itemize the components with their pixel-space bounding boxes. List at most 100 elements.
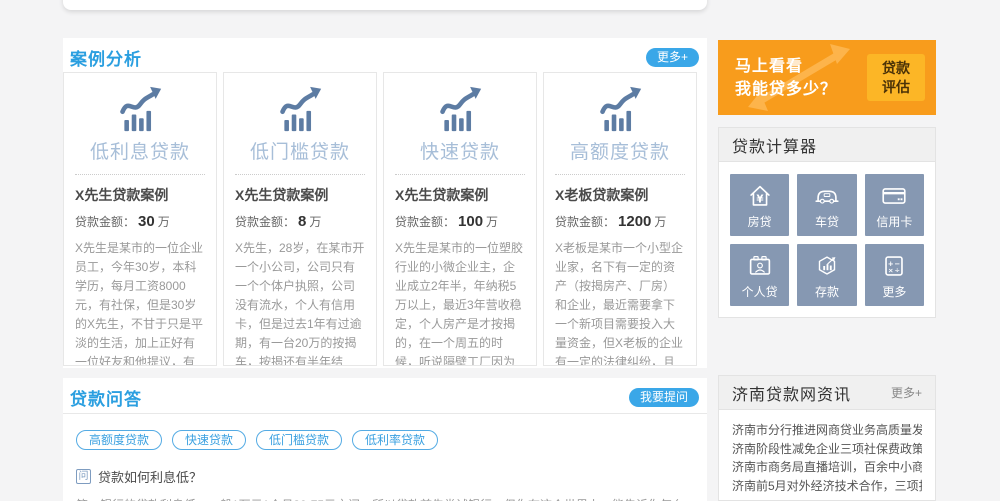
credit-card-icon [879,181,909,211]
calculator-title: 贷款计算器 [732,133,817,157]
tag-low-threshold-loan[interactable]: 低门槛贷款 [256,430,342,450]
case-description-text: X老板是某市一个小型企业家，名下有一定的资产（按揭房产、厂房）和企业，最近需要拿… [555,241,683,366]
calculator-icon: + − × ÷ [879,251,909,281]
news-list: 济南市分行推进网商贷业务高质量发展 济南阶段性减免企业三项社保费政策期... 济… [719,410,935,495]
loan-type-title: 低利息贷款 [75,137,205,164]
amount-unit: 万 [654,215,666,229]
tile-more-tools[interactable]: + − × ÷ 更多 [865,244,924,306]
cases-more-button[interactable]: 更多+ [646,48,699,67]
banner-slogan-line2: 我能贷多少？ [735,78,837,101]
tile-label: 更多 [882,283,906,300]
case-title: X老板贷款案例 [555,185,685,205]
divider [63,413,707,414]
loan-type-title: 快速贷款 [395,137,525,164]
dotted-divider [555,174,685,175]
banner-slogan: 马上看看 我能贷多少？ [735,55,837,101]
amount-value: 1200 [618,213,651,230]
tag-low-rate-loan[interactable]: 低利率贷款 [352,430,438,450]
news-item[interactable]: 济南阶段性减免企业三项社保费政策期... [732,440,922,459]
case-description: X先生是某市的一位企业员工，今年30岁，本科学历，每月工资8000元，有社保，但… [75,239,205,366]
case-card-list: 低利息贷款 X先生贷款案例 贷款金额：30万 X先生是某市的一位企业员工，今年3… [63,72,697,366]
calculator-header: 贷款计算器 [719,128,935,162]
amount-value: 30 [138,213,155,230]
amount-unit: 万 [309,215,321,229]
chart-growth-icon [432,86,488,132]
tag-fast-loan[interactable]: 快速贷款 [172,430,246,450]
loan-amount: 贷款金额：1200万 [555,213,685,230]
case-title: X先生贷款案例 [75,185,205,205]
deposit-chart-icon [812,251,842,281]
dotted-divider [75,174,205,175]
news-more-link[interactable]: 更多+ [891,384,922,401]
amount-unit: 万 [158,215,170,229]
tile-label: 房贷 [748,213,772,230]
news-item[interactable]: 济南前5月对外经济技术合作，三项指标... [732,477,922,496]
amount-value: 8 [298,213,306,230]
jinan-loan-news-box: 济南贷款网资讯 更多+ 济南市分行推进网商贷业务高质量发展 济南阶段性减免企业三… [718,375,936,501]
answer-text: 答：银行的贷款利息低，一般1万元1个月30-75元之间，所以贷款首先尝试银行。但… [76,496,694,501]
news-item[interactable]: 济南市商务局直播培训，百余中小商贸... [732,458,922,477]
svg-text:×: × [888,266,894,274]
case-description-text: X先生，28岁，在某市开一个小公司，公司只有一个个体户执照，公司没有流水，个人有… [235,241,364,366]
chart-growth-icon [112,86,168,132]
case-card[interactable]: 低门槛贷款 X先生贷款案例 贷款金额：8万 X先生，28岁，在某市开一个小公司，… [223,72,377,366]
loan-qa-section: 贷款问答 我要提问 高额度贷款 快速贷款 低门槛贷款 低利率贷款 问 贷款如何利… [63,378,707,501]
tile-label: 信用卡 [876,213,912,230]
tile-car-loan[interactable]: 车贷 [797,174,856,236]
eval-button-line2: 评估 [867,78,925,97]
question-icon: 问 [76,469,91,484]
ask-question-button[interactable]: 我要提问 [629,388,699,407]
house-yen-icon: ¥ [745,181,775,211]
tile-label: 存款 [815,283,839,300]
qa-tag-list: 高额度贷款 快速贷款 低门槛贷款 低利率贷款 [76,430,707,450]
case-description: X先生，28岁，在某市开一个小公司，公司只有一个个体户执照，公司没有流水，个人有… [235,239,365,366]
amount-unit: 万 [486,215,498,229]
chart-growth-icon [592,86,648,132]
amount-label: 贷款金额： [75,215,135,229]
tile-mortgage[interactable]: ¥ 房贷 [730,174,789,236]
news-item[interactable]: 济南市分行推进网商贷业务高质量发展 [732,421,922,440]
amount-label: 贷款金额： [395,215,455,229]
qa-question-row[interactable]: 问 贷款如何利息低？ [76,467,707,486]
case-card[interactable]: 高额度贷款 X老板贷款案例 贷款金额：1200万 X老板是某市一个小型企业家，名… [543,72,697,366]
loan-evaluation-button[interactable]: 贷款 评估 [867,54,925,101]
loan-amount: 贷款金额：100万 [395,213,525,230]
tag-high-amount-loan[interactable]: 高额度贷款 [76,430,162,450]
tile-credit-card[interactable]: 信用卡 [865,174,924,236]
id-card-icon [745,251,775,281]
loan-evaluation-banner[interactable]: 马上看看 我能贷多少？ 贷款 评估 [718,40,936,115]
loan-type-title: 低门槛贷款 [235,137,365,164]
amount-label: 贷款金额： [235,215,295,229]
case-title: X先生贷款案例 [395,185,525,205]
news-header: 济南贷款网资讯 更多+ [719,376,935,410]
loan-calculator-box: 贷款计算器 ¥ 房贷 车贷 [718,127,936,318]
case-title: X先生贷款案例 [235,185,365,205]
svg-text:÷: ÷ [895,266,901,274]
tile-deposit[interactable]: 存款 [797,244,856,306]
chart-growth-icon [272,86,328,132]
question-text: 贷款如何利息低？ [98,467,202,486]
news-title: 济南贷款网资讯 [732,381,851,405]
banner-slogan-line1: 马上看看 [735,55,837,78]
case-analysis-header: 案例分析 更多+ [63,38,707,70]
loan-type-title: 高额度贷款 [555,137,685,164]
case-card[interactable]: 低利息贷款 X先生贷款案例 贷款金额：30万 X先生是某市的一位企业员工，今年3… [63,72,217,366]
svg-text:¥: ¥ [756,193,764,205]
car-icon [812,181,842,211]
loan-qa-header: 贷款问答 我要提问 [63,378,707,410]
loan-amount: 贷款金额：8万 [235,213,365,230]
case-description: X先生是某市的一位塑胶行业的小微企业主，企业成立2年半，年纳税5万以上，最近3年… [395,239,525,366]
tile-personal-loan[interactable]: 个人贷 [730,244,789,306]
amount-value: 100 [458,213,483,230]
loan-amount: 贷款金额：30万 [75,213,205,230]
section-title: 案例分析 [70,45,142,70]
loan-portal-page: 案例分析 更多+ 低利息贷款 X先生贷款案例 贷款金额：30万 [0,0,1000,501]
calculator-tile-grid: ¥ 房贷 车贷 [719,162,935,318]
case-card[interactable]: 快速贷款 X先生贷款案例 贷款金额：100万 X先生是某市的一位塑胶行业的小微企… [383,72,537,366]
case-description-text: X先生是某市的一位塑胶行业的小微企业主，企业成立2年半，年纳税5万以上，最近3年… [395,241,523,366]
top-nav-bar [63,0,707,10]
dotted-divider [235,174,365,175]
tile-label: 个人贷 [742,283,778,300]
case-analysis-section: 案例分析 更多+ 低利息贷款 X先生贷款案例 贷款金额：30万 [63,38,707,368]
eval-button-line1: 贷款 [867,59,925,78]
